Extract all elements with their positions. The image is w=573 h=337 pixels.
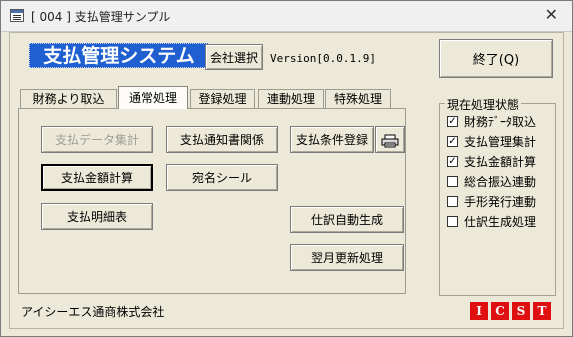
status-item: ✓ 支払金額計算 <box>447 153 536 169</box>
tab-normal-processing[interactable]: 通常処理 <box>118 86 188 109</box>
tab-registration[interactable]: 登録処理 <box>190 89 255 108</box>
checkbox-checked-icon[interactable]: ✓ <box>447 115 458 127</box>
status-item-label: 手形発行連動 <box>464 194 537 209</box>
checkbox-icon[interactable] <box>447 195 458 207</box>
print-button[interactable] <box>375 126 405 153</box>
status-item: 仕訳生成処理 <box>447 213 536 229</box>
version-label: Version[0.0.1.9] <box>270 52 376 65</box>
address-label-button[interactable]: 宛名シール <box>166 164 278 191</box>
company-name: アイシーエス通商株式会社 <box>21 305 165 319</box>
tab-special-processing[interactable]: 特殊処理 <box>325 89 391 108</box>
status-item: 総合振込連動 <box>447 173 536 189</box>
status-item-label: 総合振込連動 <box>464 174 537 189</box>
close-icon[interactable]: ✕ <box>545 5 558 24</box>
journal-auto-generate-button[interactable]: 仕訳自動生成 <box>290 206 404 233</box>
checkbox-checked-icon[interactable]: ✓ <box>447 155 458 167</box>
status-item-label: 仕訳生成処理 <box>464 214 537 229</box>
status-item: 手形発行連動 <box>447 193 536 209</box>
company-select-button[interactable]: 会社選択 <box>205 44 263 70</box>
title-bar: [ 004 ] 支払管理サンプル ✕ <box>1 1 572 32</box>
form-icon <box>10 9 24 22</box>
payment-terms-registration-button[interactable]: 支払条件登録 <box>290 126 374 153</box>
logo-letter: S <box>512 302 530 320</box>
logo-letter: T <box>533 302 551 320</box>
logo-letter: I <box>470 302 488 320</box>
system-title: 支払管理システム <box>29 43 209 68</box>
payment-statement-button[interactable]: 支払明細表 <box>41 203 153 230</box>
exit-button[interactable]: 終了(Q) <box>439 39 553 78</box>
next-month-update-button[interactable]: 翌月更新処理 <box>290 244 404 271</box>
window-title: [ 004 ] 支払管理サンプル <box>31 10 171 24</box>
checkbox-checked-icon[interactable]: ✓ <box>447 135 458 147</box>
status-panel-title: 現在処理状態 <box>445 96 522 113</box>
status-item: ✓ 財務ﾃﾞｰﾀ取込 <box>447 113 536 129</box>
tab-linked-processing[interactable]: 連動処理 <box>258 89 324 108</box>
payment-notice-button[interactable]: 支払通知書関係 <box>166 126 278 153</box>
status-item-label: 支払管理集計 <box>464 134 537 149</box>
payment-amount-calc-button[interactable]: 支払金額計算 <box>41 164 153 191</box>
main-window: [ 004 ] 支払管理サンプル ✕ 支払管理システム 会社選択 Version… <box>0 0 573 337</box>
payment-data-summary-button[interactable]: 支払データ集計 <box>41 126 153 153</box>
checkbox-icon[interactable] <box>447 215 458 227</box>
printer-icon <box>381 134 399 147</box>
status-item-label: 財務ﾃﾞｰﾀ取込 <box>464 114 537 129</box>
checkbox-icon[interactable] <box>447 175 458 187</box>
form-body: 支払管理システム 会社選択 Version[0.0.1.9] 終了(Q) 財務よ… <box>9 32 564 329</box>
status-item-label: 支払金額計算 <box>464 154 537 169</box>
tab-import-from-finance[interactable]: 財務より取込 <box>20 89 117 108</box>
logo-letter: C <box>491 302 509 320</box>
exit-button-label: 終了(Q) <box>472 53 520 68</box>
status-item: ✓ 支払管理集計 <box>447 133 536 149</box>
